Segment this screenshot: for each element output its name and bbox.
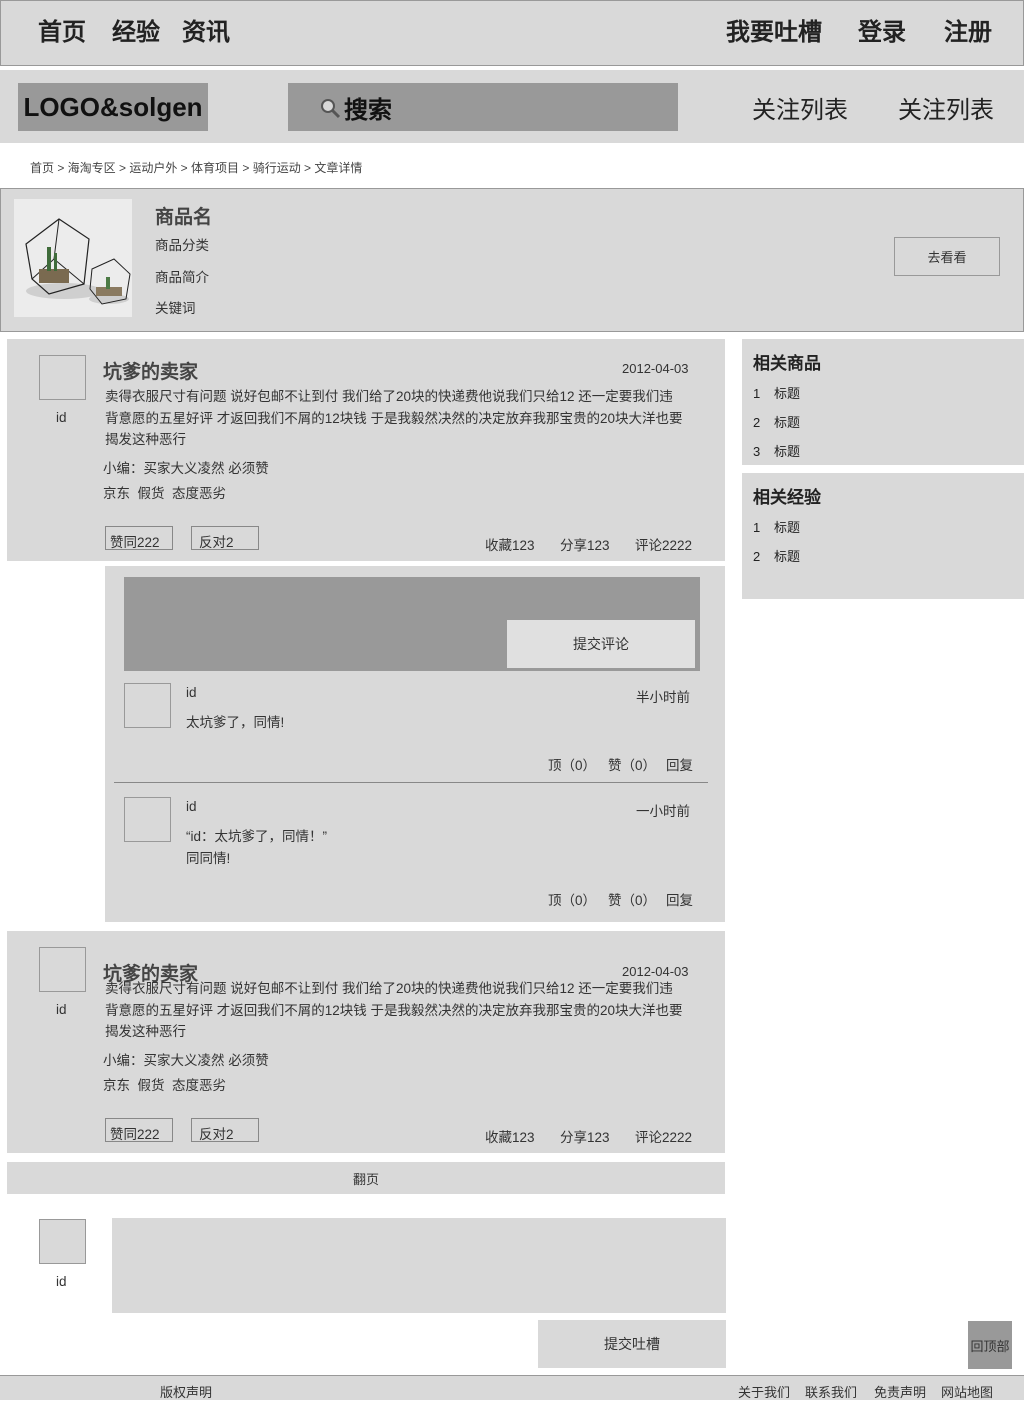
favorite-link[interactable]: 收藏123 — [485, 1126, 535, 1146]
comment-text: 太坑爹了，同情! — [186, 715, 285, 730]
comment-divider — [114, 782, 708, 783]
avatar[interactable] — [39, 355, 86, 400]
post-body-line: 背意愿的五星好评 才返回我们不屑的12块钱 于是我毅然决然的决定放弃我那宝贵的2… — [105, 410, 683, 426]
submit-comment-button[interactable]: 提交评论 — [507, 620, 695, 668]
product-panel — [0, 188, 1024, 332]
post-tags[interactable]: 京东 假货 态度恶劣 — [103, 1074, 226, 1094]
footer-copyright-link[interactable]: 版权声明 — [160, 1382, 212, 1401]
breadcrumb[interactable]: 首页 > 海淘专区 > 运动户外 > 体育项目 > 骑行运动 > 文章详情 — [30, 159, 362, 176]
footer-about-link[interactable]: 关于我们 — [738, 1382, 790, 1401]
item-label: 标题 — [774, 386, 801, 401]
footer-disclaimer-link[interactable]: 免责声明 — [874, 1382, 926, 1401]
footer-contact-link[interactable]: 联系我们 — [805, 1382, 857, 1401]
item-label: 标题 — [774, 415, 801, 430]
product-image — [14, 199, 132, 317]
search-icon — [321, 98, 341, 118]
nav-experience[interactable]: 经验 — [112, 12, 160, 47]
back-to-top-button[interactable]: 回顶部 — [968, 1321, 1012, 1369]
agree-button[interactable]: 赞同222 — [105, 1118, 173, 1142]
item-number: 2 — [753, 415, 761, 430]
share-link[interactable]: 分享123 — [560, 1126, 610, 1146]
nav-home[interactable]: 首页 — [38, 12, 86, 47]
compose-user-id[interactable]: id — [56, 1274, 67, 1289]
item-number: 3 — [753, 444, 761, 459]
post-body-line: 揭发这种恶行 — [105, 1024, 186, 1039]
comment-up-link[interactable]: 顶（0） — [548, 754, 596, 774]
item-label: 标题 — [774, 549, 801, 564]
comment-up-link[interactable]: 顶（0） — [548, 889, 596, 909]
disagree-button[interactable]: 反对2 — [191, 526, 259, 550]
nav-complain[interactable]: 我要吐槽 — [726, 12, 822, 47]
comments-link[interactable]: 评论2222 — [635, 1126, 692, 1146]
nav-login[interactable]: 登录 — [858, 12, 906, 47]
nav-news[interactable]: 资讯 — [182, 12, 230, 47]
related-experience-item[interactable]: 2 标题 — [753, 546, 800, 565]
related-goods-item[interactable]: 3 标题 — [753, 441, 800, 460]
comment-user-id[interactable]: id — [186, 799, 197, 814]
comment-time: 一小时前 — [636, 804, 690, 819]
comment-user-id[interactable]: id — [186, 685, 197, 700]
comment-like-link[interactable]: 赞（0） — [608, 889, 656, 909]
related-goods-title: 相关商品 — [753, 354, 821, 373]
comment-reply-link[interactable]: 回复 — [666, 754, 693, 774]
item-label: 标题 — [774, 444, 801, 459]
pagination-bar[interactable]: 翻页 — [7, 1162, 725, 1194]
search-button[interactable]: 搜索 — [318, 90, 392, 125]
comments-link[interactable]: 评论2222 — [635, 534, 692, 554]
post-body: 卖得衣服尺寸有问题 说好包邮不让到付 我们给了20块的快递费他说我们只给12 还… — [105, 978, 707, 1043]
product-intro: 商品简介 — [155, 270, 209, 285]
avatar[interactable] — [124, 683, 171, 728]
go-see-button[interactable]: 去看看 — [894, 237, 1000, 276]
post-tags[interactable]: 京东 假货 态度恶劣 — [103, 482, 226, 502]
related-goods-item[interactable]: 1 标题 — [753, 383, 800, 402]
post-date: 2012-04-03 — [622, 964, 689, 979]
agree-button[interactable]: 赞同222 — [105, 526, 173, 550]
product-category: 商品分类 — [155, 238, 209, 253]
submit-complaint-button[interactable]: 提交吐槽 — [538, 1320, 726, 1368]
post-body-line: 卖得衣服尺寸有问题 说好包邮不让到付 我们给了20块的快递费他说我们只给12 还… — [105, 981, 673, 996]
item-label: 标题 — [774, 520, 801, 535]
footer-bar — [0, 1375, 1024, 1400]
post-body-line: 背意愿的五星好评 才返回我们不屑的12块钱 于是我毅然决然的决定放弃我那宝贵的2… — [105, 1002, 683, 1018]
nav-register[interactable]: 注册 — [944, 12, 992, 47]
avatar[interactable] — [39, 1219, 86, 1264]
post-user-id[interactable]: id — [56, 1002, 67, 1017]
post-body-line: 卖得衣服尺寸有问题 说好包邮不让到付 我们给了20块的快递费他说我们只给12 还… — [105, 389, 673, 404]
product-keywords: 关键词 — [155, 301, 196, 316]
follow-list-link-2[interactable]: 关注列表 — [898, 90, 994, 125]
comment-time: 半小时前 — [636, 690, 690, 705]
comment-like-link[interactable]: 赞（0） — [608, 754, 656, 774]
footer-sitemap-link[interactable]: 网站地图 — [941, 1382, 993, 1401]
related-experience-title: 相关经验 — [753, 488, 821, 507]
item-number: 1 — [753, 520, 761, 535]
editor-note: 小编：买家大义凌然 必须赞 — [103, 461, 269, 476]
item-number: 2 — [753, 549, 761, 564]
disagree-button[interactable]: 反对2 — [191, 1118, 259, 1142]
comment-text: 同同情! — [186, 851, 231, 866]
post-date: 2012-04-03 — [622, 361, 689, 376]
share-link[interactable]: 分享123 — [560, 534, 610, 554]
product-name: 商品名 — [155, 207, 213, 228]
comment-quote: “id：太坑爹了，同情！” — [186, 829, 327, 844]
post-user-id[interactable]: id — [56, 410, 67, 425]
search-label: 搜索 — [344, 97, 392, 124]
favorite-link[interactable]: 收藏123 — [485, 534, 535, 554]
comment-reply-link[interactable]: 回复 — [666, 889, 693, 909]
editor-note: 小编：买家大义凌然 必须赞 — [103, 1053, 269, 1068]
related-experience-item[interactable]: 1 标题 — [753, 517, 800, 536]
compose-input[interactable] — [112, 1218, 726, 1313]
post-body: 卖得衣服尺寸有问题 说好包邮不让到付 我们给了20块的快递费他说我们只给12 还… — [105, 386, 707, 451]
post-title[interactable]: 坑爹的卖家 — [103, 357, 198, 384]
follow-list-link-1[interactable]: 关注列表 — [752, 90, 848, 125]
post-body-line: 揭发这种恶行 — [105, 432, 186, 447]
avatar[interactable] — [39, 947, 86, 992]
terrarium-image — [14, 199, 132, 317]
avatar[interactable] — [124, 797, 171, 842]
site-logo[interactable]: LOGO&solgen — [18, 83, 208, 131]
item-number: 1 — [753, 386, 761, 401]
related-goods-item[interactable]: 2 标题 — [753, 412, 800, 431]
